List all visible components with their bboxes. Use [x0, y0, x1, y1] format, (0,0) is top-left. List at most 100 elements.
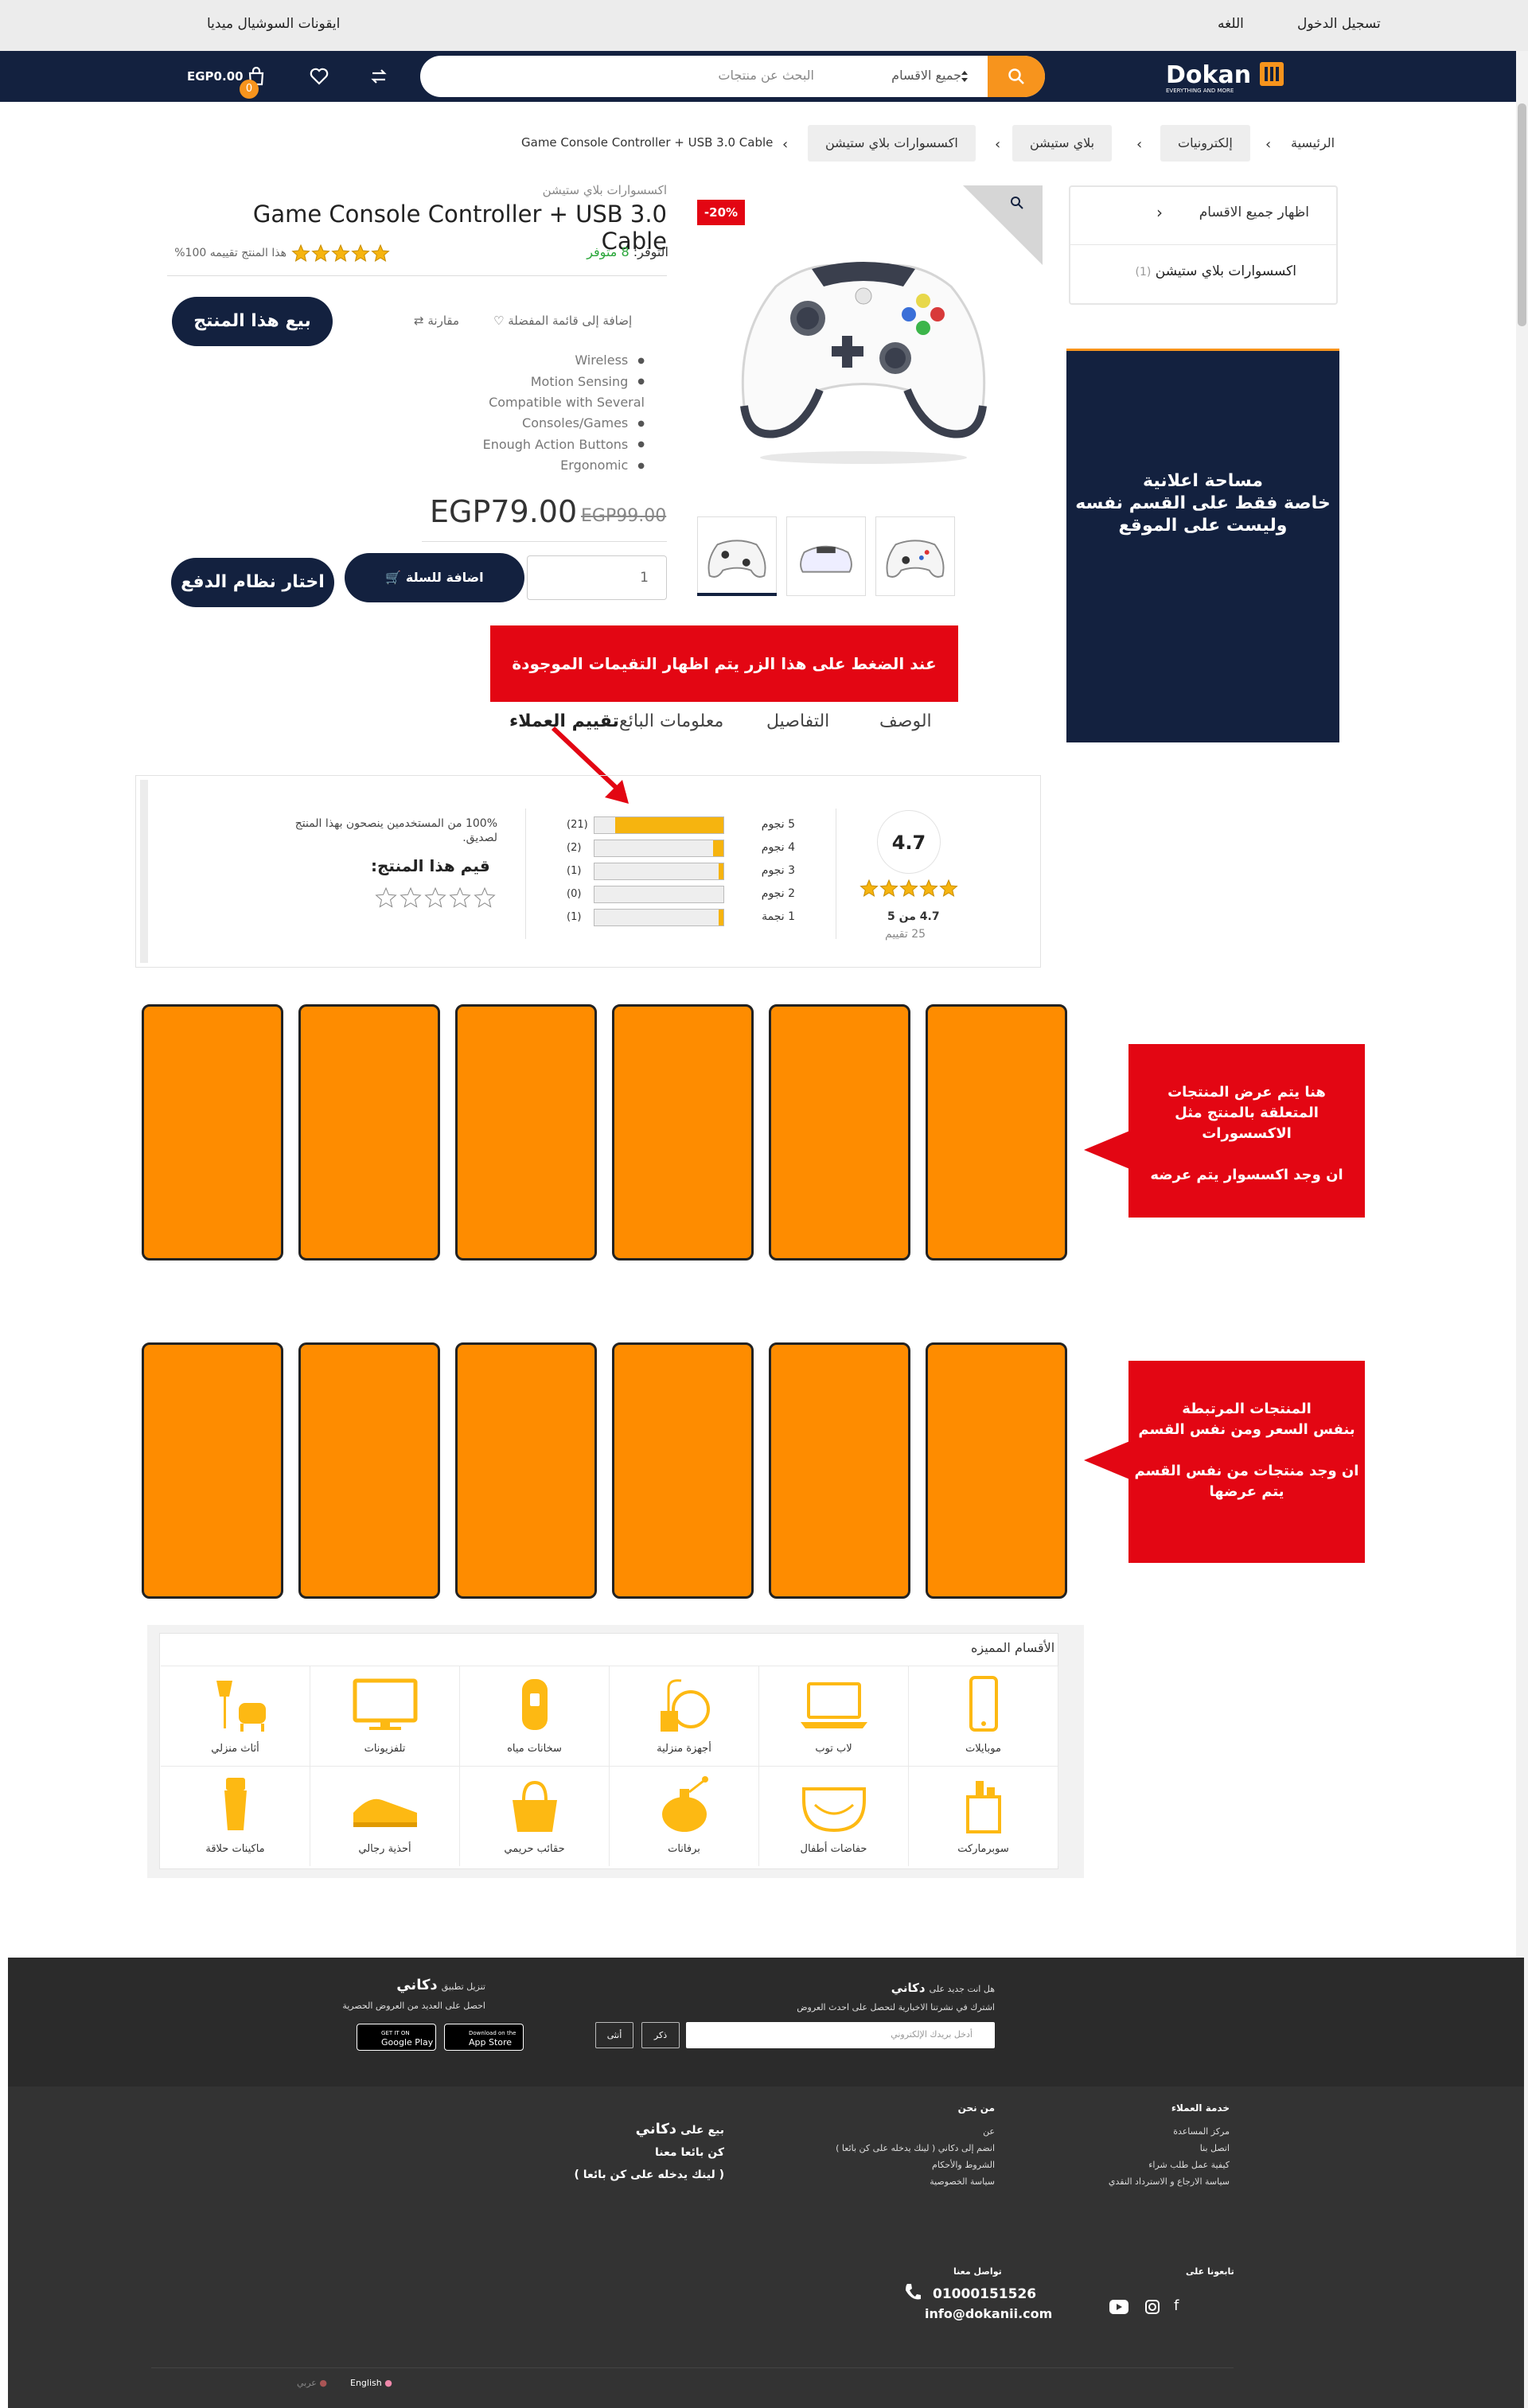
scrollbar-thumb[interactable]	[1518, 103, 1526, 326]
add-to-cart-button[interactable]: 🛒 اضافة للسلة	[345, 553, 524, 602]
male-button[interactable]: ذكر	[641, 2022, 680, 2048]
breadcrumb-accessories[interactable]: اكسسوارات بلاي ستيشن	[808, 125, 976, 162]
footer-link[interactable]: سياسة الارجاع و الاسترداد النقدي	[1082, 2173, 1230, 2190]
app-store-badge[interactable]: Download on the App Store	[444, 2024, 524, 2051]
product-card-placeholder[interactable]	[769, 1342, 910, 1599]
lang-arabic[interactable]: عربي ●	[297, 2378, 327, 2388]
category-tile[interactable]: برفانات	[610, 1766, 759, 1866]
category-icon	[802, 1787, 866, 1833]
category-tile[interactable]: لاب توب	[759, 1666, 909, 1766]
category-label: حفاضات أطفال	[800, 1843, 867, 1855]
cart-total[interactable]: EGP0.00	[187, 69, 244, 84]
thumbnail-2[interactable]	[786, 516, 866, 596]
lang-english[interactable]: English ●	[350, 2378, 392, 2388]
wishlist-link[interactable]: إضافة إلى قائمة المفضلة ♡	[493, 314, 632, 328]
product-card-placeholder[interactable]	[142, 1004, 283, 1260]
category-tile[interactable]: أحذية رجالي	[310, 1766, 460, 1866]
footer-link[interactable]: كيفية عمل طلب شراء	[1082, 2157, 1230, 2173]
product-card-placeholder[interactable]	[612, 1342, 754, 1599]
rating-bar-count: (0)	[567, 888, 582, 900]
footer-link[interactable]: سياسة الخصوصية	[780, 2173, 995, 2190]
product-card-placeholder[interactable]	[455, 1342, 597, 1599]
category-icon	[353, 1798, 417, 1827]
footer-link[interactable]: مركز المساعدة	[1082, 2123, 1230, 2140]
product-category[interactable]: اكسسوارات بلاي ستيشن	[541, 183, 667, 197]
feature-item: Enough Action Buttons	[366, 434, 645, 456]
search-button[interactable]	[988, 56, 1045, 97]
thumbnail-3[interactable]	[875, 516, 955, 596]
rate-stars-input[interactable]	[374, 886, 498, 910]
footer-link[interactable]: الشروط والأحكام	[780, 2157, 995, 2173]
female-button[interactable]: أنثى	[595, 2022, 633, 2048]
breadcrumb-playstation[interactable]: بلاي ستيشن	[1012, 125, 1113, 162]
category-icon	[216, 1681, 266, 1732]
category-tile[interactable]: سخانات مياه	[460, 1666, 610, 1766]
category-tile[interactable]: أثاث منزلي	[161, 1666, 310, 1766]
category-tile[interactable]: سوبرماركت	[909, 1766, 1058, 1866]
facebook-icon[interactable]: f	[1174, 2297, 1179, 2314]
rating-bar-row: 2 نجوم (0)	[567, 886, 797, 903]
breadcrumb-electronics[interactable]: إلكترونيات	[1160, 125, 1250, 162]
email-field[interactable]: أدخل بريدك الإلكتروني	[686, 2022, 995, 2048]
callout-line: ان وجد اكسسوار يتم عرضه	[1150, 1167, 1343, 1183]
rating-bar-label: 2 نجوم	[761, 887, 795, 900]
rating-bar-fill	[614, 817, 723, 833]
email-link[interactable]: info@dokanii.com	[925, 2306, 1052, 2321]
callout-line: المتعلقة بالمنتج مثل الاكسسورات	[1175, 1105, 1319, 1142]
rating-bar-count: (1)	[567, 911, 582, 923]
instagram-icon[interactable]	[1144, 2299, 1160, 2315]
category-tile[interactable]: موبايلات	[909, 1666, 1058, 1766]
breadcrumb-home[interactable]: الرئيسية	[1291, 135, 1335, 150]
product-card-placeholder[interactable]	[298, 1342, 440, 1599]
tab-reviews[interactable]: تقييم العملاء	[509, 711, 619, 731]
compare-link[interactable]: مقارنة ⇄	[414, 314, 459, 328]
compare-icon[interactable]	[368, 65, 390, 88]
tab-details[interactable]: التفاصيل	[766, 711, 829, 731]
youtube-icon[interactable]	[1109, 2300, 1128, 2314]
tab-seller-info[interactable]: معلومات البائع	[619, 711, 723, 731]
choose-payment-button[interactable]: اختار نظام الدفع	[171, 558, 334, 607]
product-card-placeholder[interactable]	[926, 1004, 1067, 1260]
cart-plus-icon: 🛒	[385, 570, 402, 585]
category-label: سوبرماركت	[957, 1843, 1009, 1855]
category-tile[interactable]: تلفزيونات	[310, 1666, 460, 1766]
controller-thumb-icon	[886, 540, 945, 578]
heart-icon[interactable]	[308, 65, 330, 88]
recommend-text: 100% من المستخدمين ينصحون بهذا المنتج لص…	[294, 817, 497, 844]
site-logo[interactable]: Dokan EVERYTHING AND MORE	[1166, 60, 1289, 94]
divider	[525, 809, 526, 939]
category-icon	[969, 1676, 998, 1732]
google-play-badge[interactable]: GET IT ON Google Play	[357, 2024, 436, 2051]
product-card-placeholder[interactable]	[612, 1004, 754, 1260]
controller-image[interactable]	[720, 223, 1007, 477]
star-icon	[939, 879, 958, 897]
language-link[interactable]: اللغه	[1218, 16, 1244, 32]
price: EGP79.00	[430, 494, 578, 529]
footer-link[interactable]: كن بائعا معنا	[557, 2141, 724, 2164]
phone-number[interactable]: 01000151526	[933, 2286, 1036, 2302]
thumbnail-1[interactable]	[697, 516, 777, 596]
divider	[1070, 244, 1336, 245]
sidebar-item-accessories[interactable]: اكسسوارات بلاي ستيشن (1)	[1136, 263, 1296, 279]
quantity-input[interactable]: 1	[527, 555, 667, 600]
footer-link[interactable]: اتصل بنا	[1082, 2140, 1230, 2157]
all-categories-link[interactable]: اظهار جميع الاقسام	[1199, 205, 1309, 220]
footer-link[interactable]: عن	[780, 2123, 995, 2140]
sell-product-button[interactable]: بيع هذا المنتج	[172, 297, 333, 346]
category-select[interactable]: جميع الاقسام	[891, 68, 961, 83]
tab-description[interactable]: الوصف	[879, 711, 932, 731]
product-card-placeholder[interactable]	[455, 1004, 597, 1260]
category-tile[interactable]: حفاضات أطفال	[759, 1766, 909, 1866]
star-icon	[375, 886, 397, 908]
category-tile[interactable]: ماكينات حلاقة	[161, 1766, 310, 1866]
search-input[interactable]: البحث عن منتجات	[718, 68, 814, 83]
product-card-placeholder[interactable]	[142, 1342, 283, 1599]
product-card-placeholder[interactable]	[769, 1004, 910, 1260]
callout-line: يتم عرضها	[1209, 1483, 1284, 1500]
product-card-placeholder[interactable]	[298, 1004, 440, 1260]
footer-link[interactable]: انضم إلى دكاني ( لينك يدخله على كن بائعا…	[780, 2140, 995, 2157]
category-tile[interactable]: حقائب حريمي	[460, 1766, 610, 1866]
login-link[interactable]: تسجيل الدخول	[1297, 16, 1381, 32]
category-tile[interactable]: أجهزة منزلية	[610, 1666, 759, 1766]
product-card-placeholder[interactable]	[926, 1342, 1067, 1599]
